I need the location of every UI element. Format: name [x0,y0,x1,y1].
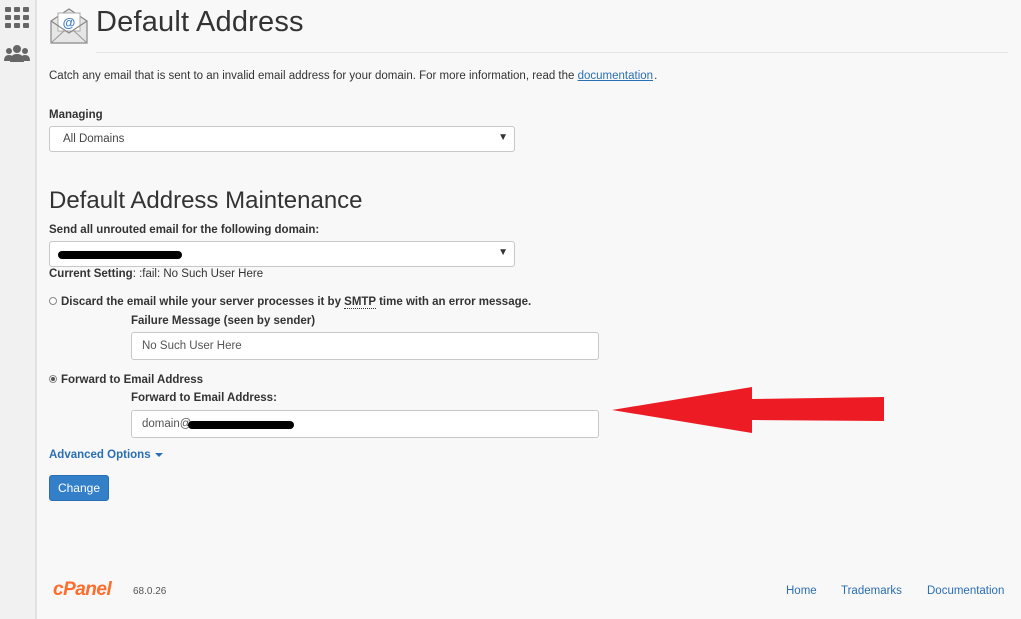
forward-field-label: Forward to Email Address: [131,392,277,404]
current-setting: Current Setting: :fail: No Such User Her… [49,268,264,280]
forward-label[interactable]: Forward to Email Address [61,374,203,386]
cpanel-logo: cPanel [53,579,112,600]
footer-link-home[interactable]: Home [786,585,817,597]
managing-selected-value: All Domains [63,133,125,145]
redacted-email [188,421,294,429]
change-button[interactable]: Change [49,475,109,501]
discard-radio[interactable] [49,297,57,305]
version-text: 68.0.26 [133,586,167,597]
discard-label[interactable]: Discard the email while your server proc… [61,296,531,309]
failure-message-input[interactable]: No Such User Here [131,332,599,360]
managing-label: Managing [49,109,103,121]
managing-select[interactable]: All Domains ▼ [49,126,515,152]
domain-label: Send all unrouted email for the followin… [49,224,320,236]
sidebar [0,0,37,619]
advanced-options-toggle[interactable]: Advanced Options [49,449,163,461]
forward-radio[interactable] [49,375,57,383]
redacted-domain [58,251,182,259]
apps-grid-icon[interactable] [4,5,30,31]
dropdown-caret-icon: ▼ [498,247,508,258]
section-title: Default Address Maintenance [49,187,363,214]
svg-text:@: @ [63,15,76,30]
failure-message-label: Failure Message (seen by sender) [131,315,316,327]
documentation-link[interactable]: documentation [578,70,653,82]
domain-select[interactable]: ▼ [49,241,515,267]
chevron-down-icon [154,452,163,457]
envelope-at-icon: @ [50,8,88,44]
users-icon[interactable] [4,42,30,68]
intro-text: Catch any email that is sent to an inval… [49,70,658,82]
title-divider [96,52,1008,53]
page-title: Default Address [96,6,304,38]
footer-link-documentation[interactable]: Documentation [927,585,1004,597]
footer-link-trademarks[interactable]: Trademarks [841,585,902,597]
forward-email-input[interactable]: domain@ [131,410,599,438]
red-arrow-annotation [612,387,884,433]
dropdown-caret-icon: ▼ [498,132,508,143]
